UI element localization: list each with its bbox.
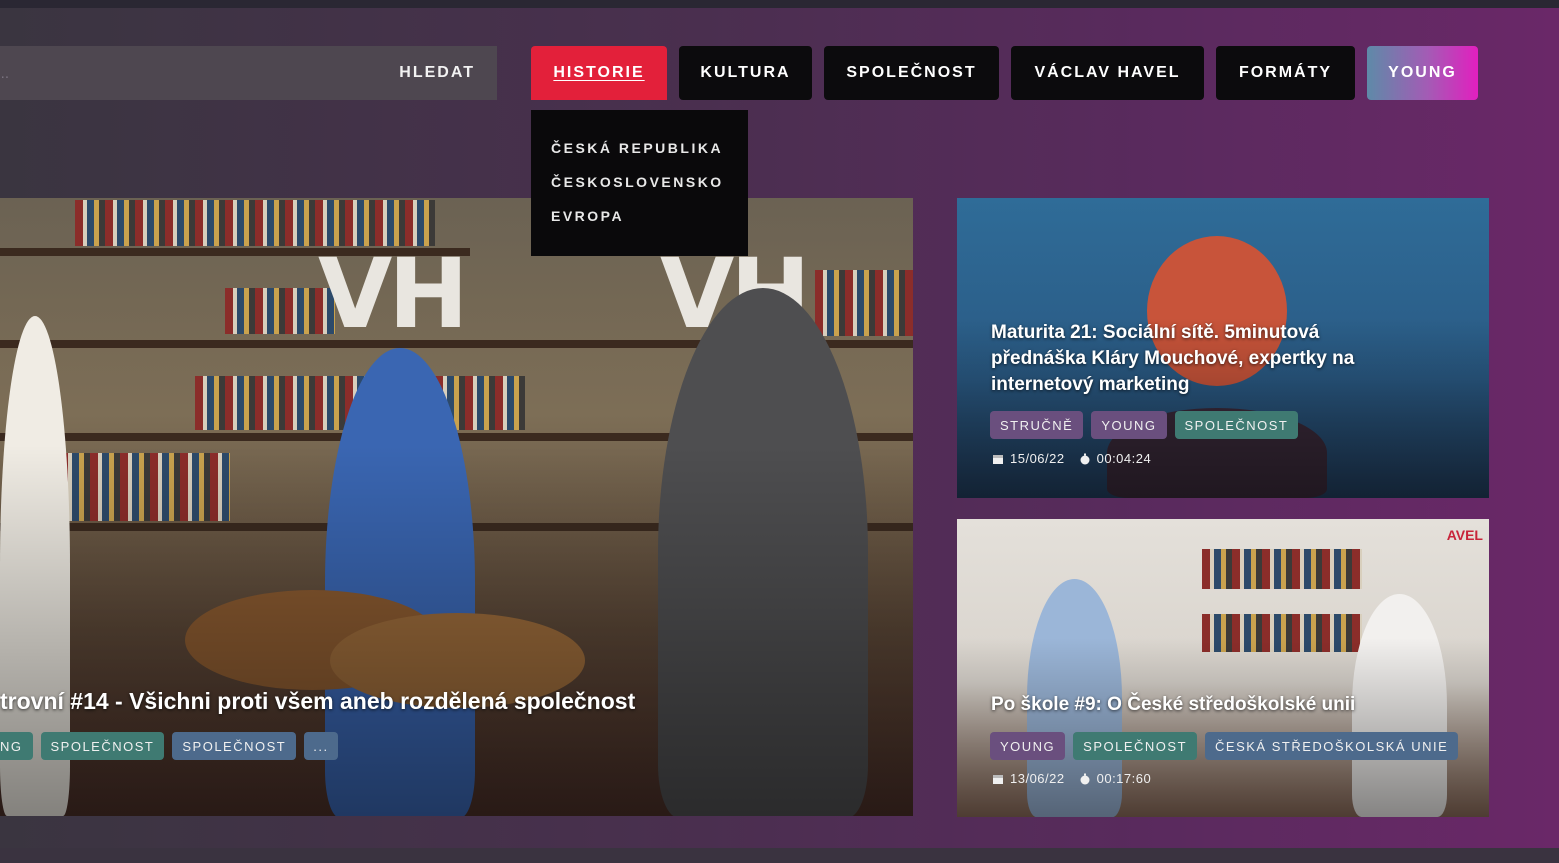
books xyxy=(1202,549,1362,589)
dropdown-item-ceskoslovensko[interactable]: ČESKOSLOVENSKO xyxy=(531,172,748,206)
video-tags: STRUČNĚ YOUNG SPOLEČNOST xyxy=(990,411,1299,439)
nav-vaclav-havel[interactable]: VÁCLAV HAVEL xyxy=(1011,46,1204,100)
tag[interactable]: SPOLEČNOST xyxy=(40,732,165,760)
video-card[interactable]: Maturita 21: Sociální sítě. 5minutová př… xyxy=(957,198,1489,498)
tag[interactable]: NG xyxy=(0,732,33,760)
books xyxy=(815,270,913,336)
video-title[interactable]: Maturita 21: Sociální sítě. 5minutová př… xyxy=(991,320,1354,398)
dropdown-item-evropa[interactable]: EVROPA xyxy=(531,206,748,240)
video-title-line: přednáška Kláry Mouchové, expertky na xyxy=(991,348,1355,369)
nav-young[interactable]: YOUNG xyxy=(1367,46,1478,100)
stopwatch-icon xyxy=(1080,453,1090,464)
havel-logo: AVEL xyxy=(1446,527,1483,543)
calendar-icon xyxy=(993,454,1003,464)
video-title-line: internetový marketing xyxy=(991,374,1190,395)
video-date: 15/06/22 xyxy=(1010,451,1065,466)
vh-letters: VH xyxy=(318,238,469,350)
bottom-band xyxy=(0,848,1559,863)
tag[interactable]: SPOLEČNOST xyxy=(1073,732,1198,760)
video-card[interactable]: AVEL Po škole #9: O České středoškolské … xyxy=(957,519,1489,817)
video-meta: 13/06/22 00:17:60 xyxy=(992,771,1151,786)
image-shade xyxy=(0,445,913,816)
featured-tags: NG SPOLEČNOST SPOLEČNOST ... xyxy=(0,732,338,760)
video-duration: 00:04:24 xyxy=(1096,451,1152,466)
search-input[interactable] xyxy=(0,46,378,100)
nav-kultura[interactable]: KULTURA xyxy=(679,46,812,100)
video-title-line: Maturita 21: Sociální sítě. 5minutová xyxy=(991,322,1320,343)
nav-historie[interactable]: HISTORIE xyxy=(531,46,667,100)
video-date: 13/06/22 xyxy=(1010,771,1065,786)
dropdown-item-ceska-republika[interactable]: ČESKÁ REPUBLIKA xyxy=(531,138,748,172)
tag[interactable]: ČESKÁ STŘEDOŠKOLSKÁ UNIE xyxy=(1205,732,1459,760)
video-title[interactable]: Po škole #9: O České středoškolské unii xyxy=(991,694,1355,716)
stopwatch-icon xyxy=(1080,773,1090,784)
nav-spolecnost[interactable]: SPOLEČNOST xyxy=(824,46,999,100)
historie-dropdown: ČESKÁ REPUBLIKA ČESKOSLOVENSKO EVROPA xyxy=(531,110,748,256)
tag-more[interactable]: ... xyxy=(304,732,338,760)
search-button[interactable]: HLEDAT xyxy=(377,64,497,82)
tag[interactable]: YOUNG xyxy=(1091,411,1167,439)
featured-video-card[interactable]: VH VH trovní #14 - Všichni proti všem an… xyxy=(0,198,913,816)
image-shade xyxy=(957,638,1489,817)
tag[interactable]: STRUČNĚ xyxy=(990,411,1084,439)
tag[interactable]: SPOLEČNOST xyxy=(172,732,297,760)
tag[interactable]: YOUNG xyxy=(990,732,1066,760)
search-bar: HLEDAT xyxy=(0,46,497,100)
tag[interactable]: SPOLEČNOST xyxy=(1174,411,1299,439)
video-tags: YOUNG SPOLEČNOST ČESKÁ STŘEDOŠKOLSKÁ UNI… xyxy=(990,732,1459,760)
nav-formaty[interactable]: FORMÁTY xyxy=(1216,46,1355,100)
video-duration: 00:17:60 xyxy=(1096,771,1152,786)
video-meta: 15/06/22 00:04:24 xyxy=(992,451,1151,466)
featured-title[interactable]: trovní #14 - Všichni proti všem aneb roz… xyxy=(0,688,635,715)
calendar-icon xyxy=(993,774,1003,784)
